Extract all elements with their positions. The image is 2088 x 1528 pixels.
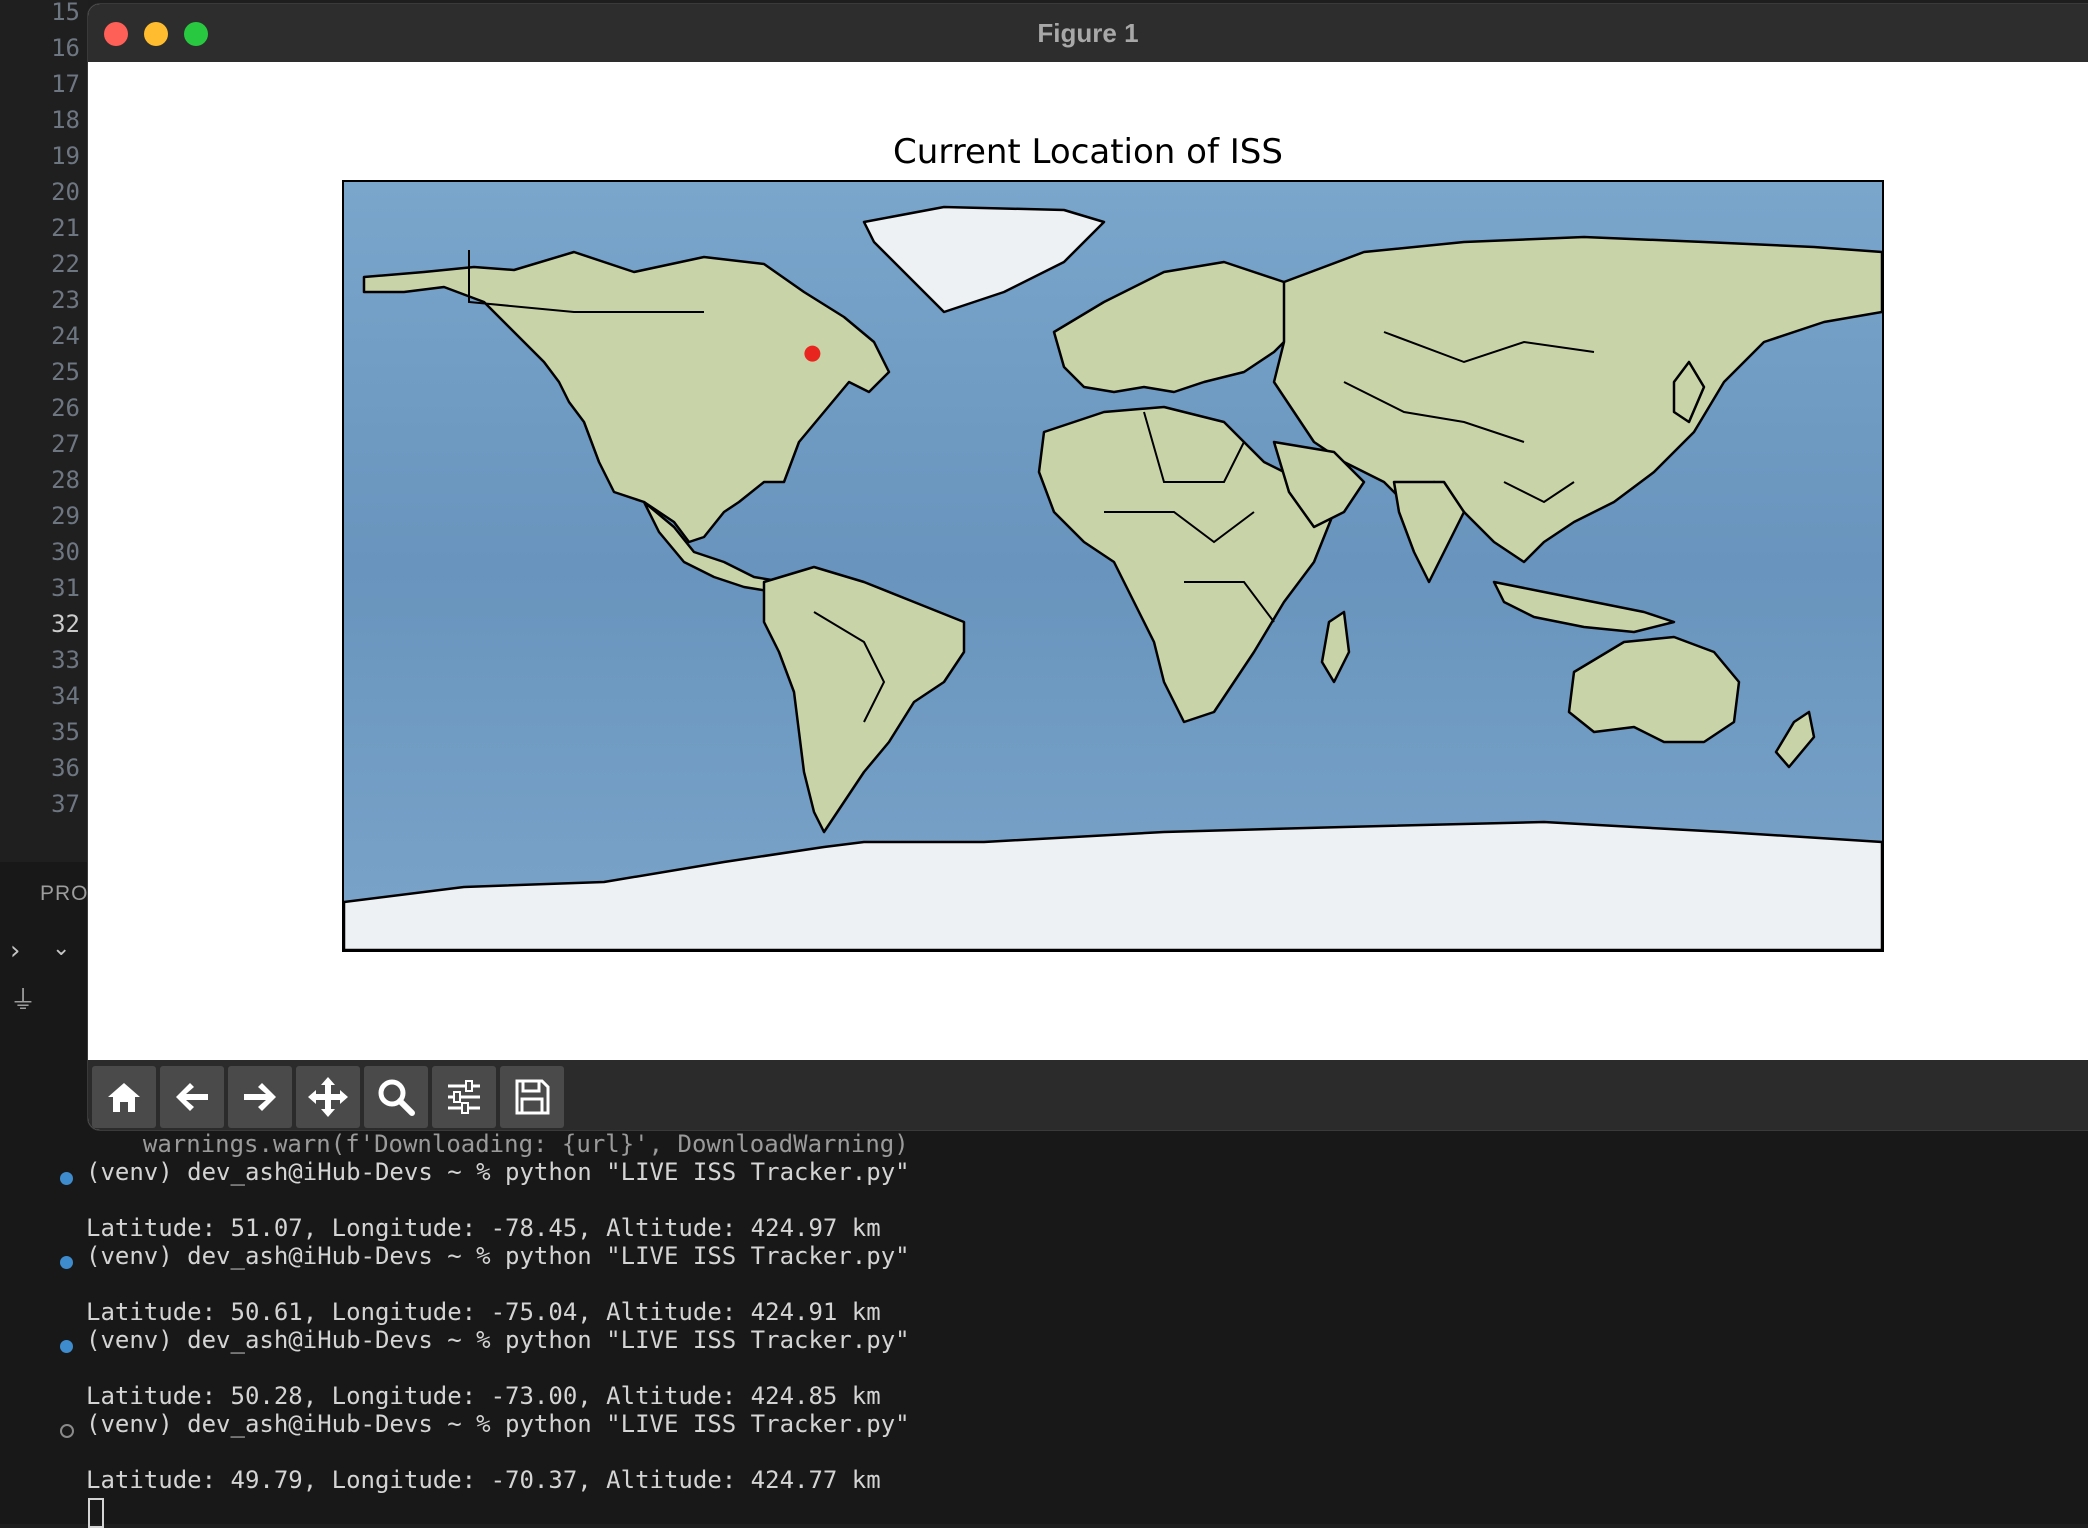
line-number: 31 xyxy=(51,574,80,602)
line-number: 37 xyxy=(51,790,80,818)
window-titlebar[interactable]: Figure 1 xyxy=(88,4,2088,63)
configure-subplots-button[interactable] xyxy=(432,1066,496,1128)
home-button[interactable] xyxy=(92,1066,156,1128)
terminal-output-line: Latitude: 51.07, Longitude: -78.45, Alti… xyxy=(86,1214,881,1242)
zoom-to-rect-button[interactable] xyxy=(364,1066,428,1128)
line-number: 23 xyxy=(51,286,80,314)
figure-canvas[interactable]: Current Location of ISS xyxy=(88,62,2088,1060)
line-number: 25 xyxy=(51,358,80,386)
figure-toolbar xyxy=(88,1060,2088,1130)
line-number: 26 xyxy=(51,394,80,422)
terminal-command: (venv) dev_ash@iHub-Devs ~ % python "LIV… xyxy=(86,1158,910,1186)
terminal-output-line: Latitude: 50.28, Longitude: -73.00, Alti… xyxy=(86,1382,881,1410)
line-number: 16 xyxy=(51,34,80,62)
terminal-command: (venv) dev_ash@iHub-Devs ~ % python "LIV… xyxy=(86,1410,910,1438)
line-number: 24 xyxy=(51,322,80,350)
line-number: 34 xyxy=(51,682,80,710)
figure-title: Current Location of ISS xyxy=(893,132,1283,172)
line-number-active: 32 xyxy=(51,610,80,638)
plug-icon[interactable]: ⏚ xyxy=(10,980,36,1017)
editor-gutter: 15 16 17 18 19 20 21 22 23 24 25 26 27 2… xyxy=(0,0,88,862)
line-number: 22 xyxy=(51,250,80,278)
line-number: 29 xyxy=(51,502,80,530)
back-button[interactable] xyxy=(160,1066,224,1128)
iss-location-marker[interactable] xyxy=(804,345,821,362)
terminal-line: warnings.warn(f'Downloading: {url}', Dow… xyxy=(114,1130,909,1158)
forward-button[interactable] xyxy=(228,1066,292,1128)
save-button[interactable] xyxy=(500,1066,564,1128)
line-number: 20 xyxy=(51,178,80,206)
terminal-command: (venv) dev_ash@iHub-Devs ~ % python "LIV… xyxy=(86,1326,910,1354)
back-arrow-icon xyxy=(176,1083,208,1111)
command-status-icon[interactable] xyxy=(60,1424,74,1438)
pan-button[interactable] xyxy=(296,1066,360,1128)
line-number: 19 xyxy=(51,142,80,170)
chevron-down-icon[interactable]: ⌄ xyxy=(52,936,70,961)
terminal-output-line: Latitude: 49.79, Longitude: -70.37, Alti… xyxy=(86,1466,881,1494)
line-number: 21 xyxy=(51,214,80,242)
map-svg xyxy=(344,182,1882,950)
tab-problems[interactable]: PRO xyxy=(40,882,89,906)
terminal-command: (venv) dev_ash@iHub-Devs ~ % python "LIV… xyxy=(86,1242,910,1270)
line-number: 28 xyxy=(51,466,80,494)
window-title: Figure 1 xyxy=(1037,18,1139,48)
command-status-icon[interactable] xyxy=(60,1340,73,1353)
zoom-icon xyxy=(378,1079,415,1116)
world-map[interactable] xyxy=(342,180,1884,952)
line-number: 36 xyxy=(51,754,80,782)
line-number: 27 xyxy=(51,430,80,458)
chevron-right-icon[interactable]: › xyxy=(10,936,20,966)
line-number: 17 xyxy=(51,70,80,98)
save-icon xyxy=(515,1079,550,1115)
line-number: 35 xyxy=(51,718,80,746)
figure-window[interactable]: Figure 1 Current Location of ISS xyxy=(88,4,2088,1130)
line-number: 18 xyxy=(51,106,80,134)
line-number: 33 xyxy=(51,646,80,674)
pan-icon xyxy=(308,1077,348,1117)
line-number: 30 xyxy=(51,538,80,566)
home-icon xyxy=(108,1083,140,1112)
terminal-output-line: Latitude: 50.61, Longitude: -75.04, Alti… xyxy=(86,1298,881,1326)
forward-arrow-icon xyxy=(244,1083,276,1111)
configure-subplots-icon xyxy=(448,1080,480,1114)
command-status-icon[interactable] xyxy=(60,1172,73,1185)
line-number: 15 xyxy=(51,0,80,26)
command-status-icon[interactable] xyxy=(60,1256,73,1269)
